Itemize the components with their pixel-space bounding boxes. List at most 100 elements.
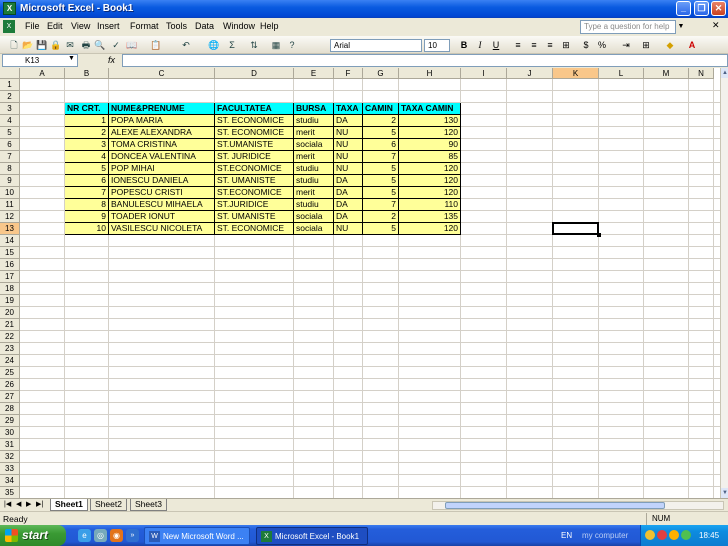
table-cell[interactable]: DA [334,199,363,211]
table-cell[interactable]: studiu [294,199,334,211]
row-header-7[interactable]: 7 [0,151,20,163]
column-header-d[interactable]: D [215,68,294,79]
email-icon[interactable]: ✉ [64,39,76,51]
tray-security-icon[interactable] [669,530,679,540]
column-header-n[interactable]: N [689,68,714,79]
menu-data[interactable]: Data [195,21,214,31]
chart-wizard-icon[interactable]: ▦ [270,39,282,51]
table-cell[interactable]: ST. ECONOMICE [215,115,294,127]
table-cell[interactable]: 135 [399,211,461,223]
fill-color-icon[interactable]: ◆ [664,39,676,51]
font-size-select[interactable]: 10 [424,39,450,52]
table-cell[interactable]: 120 [399,127,461,139]
minimize-button[interactable]: _ [676,1,691,16]
row-header-2[interactable]: 2 [0,91,20,103]
desktop-quicklaunch-icon[interactable]: ◎ [94,529,107,542]
table-cell[interactable]: 5 [65,163,109,175]
table-cell[interactable]: 2 [363,211,399,223]
table-cell[interactable]: ST. JURIDICE [215,151,294,163]
research-icon[interactable]: 📖 [126,39,138,51]
table-cell[interactable]: ST.JURIDICE [215,199,294,211]
table-cell[interactable]: ALEXE ALEXANDRA [109,127,215,139]
autosum-icon[interactable]: Σ [226,39,238,51]
tab-sheet1[interactable]: Sheet1 [50,499,88,511]
table-cell[interactable]: merit [294,127,334,139]
table-cell[interactable]: 1 [65,115,109,127]
row-header-23[interactable]: 23 [0,343,20,355]
column-header-e[interactable]: E [294,68,334,79]
my-computer-label[interactable]: my computer [582,531,628,540]
print-preview-icon[interactable]: 🔍 [94,39,106,51]
table-cell[interactable]: 5 [363,127,399,139]
workbook-close-icon[interactable]: ✕ [712,20,720,31]
row-header-24[interactable]: 24 [0,355,20,367]
table-cell[interactable]: DA [334,211,363,223]
menu-window[interactable]: Window [223,21,255,31]
scroll-up-icon[interactable]: ▲ [721,68,728,78]
table-header-cell[interactable]: NR CRT. [65,103,109,115]
table-cell[interactable]: VASILESCU NICOLETA [109,223,215,235]
row-header-19[interactable]: 19 [0,295,20,307]
last-sheet-icon[interactable]: ▶| [36,500,43,508]
row-header-9[interactable]: 9 [0,175,20,187]
table-cell[interactable]: 110 [399,199,461,211]
table-cell[interactable]: 85 [399,151,461,163]
formula-input[interactable] [122,54,728,67]
sort-ascending-icon[interactable]: ⇅ [248,39,260,51]
language-indicator[interactable]: EN [561,531,572,540]
row-header-13[interactable]: 13 [0,223,20,235]
row-header-10[interactable]: 10 [0,187,20,199]
row-header-11[interactable]: 11 [0,199,20,211]
maximize-button[interactable]: ❐ [694,1,709,16]
table-cell[interactable]: 10 [65,223,109,235]
table-header-cell[interactable]: FACULTATEA [215,103,294,115]
save-icon[interactable]: 💾 [36,39,48,51]
row-header-20[interactable]: 20 [0,307,20,319]
align-right-icon[interactable]: ≡ [544,39,556,51]
table-header-cell[interactable]: BURSA [294,103,334,115]
row-header-6[interactable]: 6 [0,139,20,151]
menu-edit[interactable]: Edit [47,21,63,31]
column-header-i[interactable]: I [461,68,507,79]
row-header-14[interactable]: 14 [0,235,20,247]
table-cell[interactable]: DONCEA VALENTINA [109,151,215,163]
paste-icon[interactable]: 📋 [150,39,162,51]
indent-icon[interactable]: ⇥ [620,39,632,51]
row-header-17[interactable]: 17 [0,271,20,283]
table-cell[interactable]: POPESCU CRISTI [109,187,215,199]
row-header-18[interactable]: 18 [0,283,20,295]
help-search-input[interactable]: Type a question for help [580,20,676,34]
row-header-30[interactable]: 30 [0,427,20,439]
table-header-cell[interactable]: CAMIN [363,103,399,115]
table-cell[interactable]: 4 [65,151,109,163]
table-cell[interactable]: DA [334,187,363,199]
tray-shield-icon[interactable] [645,530,655,540]
table-cell[interactable]: NU [334,163,363,175]
tab-sheet3[interactable]: Sheet3 [130,499,167,511]
table-cell[interactable]: studiu [294,115,334,127]
table-cell[interactable]: ST.ECONOMICE [215,187,294,199]
column-header-k[interactable]: K [553,68,599,79]
insert-function-icon[interactable]: fx [108,55,115,65]
column-header-l[interactable]: L [599,68,644,79]
column-header-f[interactable]: F [334,68,363,79]
menu-format[interactable]: Format [130,21,159,31]
row-header-27[interactable]: 27 [0,391,20,403]
table-cell[interactable]: 7 [65,187,109,199]
table-cell[interactable]: ST. ECONOMICE [215,127,294,139]
borders-icon[interactable]: ⊞ [640,39,652,51]
table-cell[interactable]: DA [334,115,363,127]
underline-button[interactable]: U [490,39,502,51]
table-cell[interactable]: sociala [294,139,334,151]
row-header-32[interactable]: 32 [0,451,20,463]
scroll-down-icon[interactable]: ▼ [721,488,728,498]
table-cell[interactable]: NU [334,127,363,139]
table-cell[interactable]: ST. UMANISTE [215,211,294,223]
fill-handle[interactable] [597,233,601,237]
row-header-29[interactable]: 29 [0,415,20,427]
table-cell[interactable]: TOMA CRISTINA [109,139,215,151]
row-header-21[interactable]: 21 [0,319,20,331]
row-header-35[interactable]: 35 [0,487,20,498]
column-header-a[interactable]: A [20,68,65,79]
table-cell[interactable]: studiu [294,163,334,175]
